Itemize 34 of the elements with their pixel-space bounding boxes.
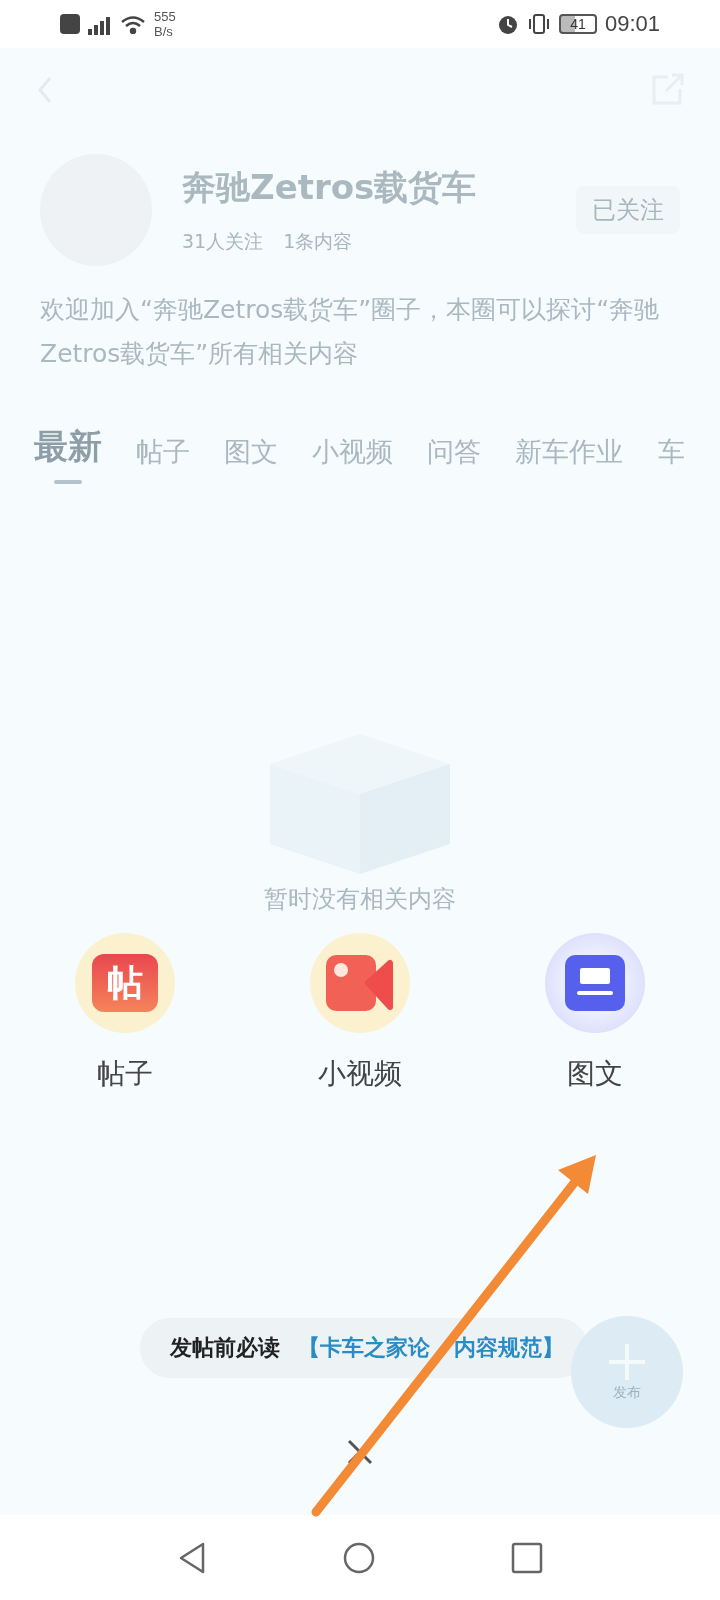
close-button[interactable] [345, 1437, 375, 1467]
plus-icon [607, 1342, 647, 1382]
tab[interactable]: 问答 [427, 434, 481, 484]
alarm-icon [496, 13, 519, 35]
follow-button[interactable]: 已关注 [576, 186, 680, 234]
circle-description: 欢迎加入“奔驰Zetros载货车”圈子，本圈可以探讨“奔驰Zetros载货车”所有相关内容 [39, 294, 661, 370]
clock-time: 09:01 [604, 11, 660, 37]
rules-link[interactable]: 【卡车之家论 [298, 1333, 430, 1363]
close-icon [345, 1437, 375, 1467]
circle-home-icon [342, 1540, 376, 1575]
post-count: 1条内容 [283, 229, 353, 254]
circle-title: 奔驰Zetros载货车 [182, 166, 478, 209]
square-recents-icon [510, 1541, 543, 1574]
tab[interactable]: 帖子 [136, 434, 190, 484]
post-icon: 帖 [92, 954, 158, 1012]
tab[interactable]: 车 [657, 434, 685, 484]
home-button[interactable] [342, 1540, 376, 1575]
battery-indicator: 41 [558, 14, 597, 34]
follower-count: 31人关注 [182, 229, 264, 254]
publish-button[interactable]: 发布 [571, 1316, 683, 1428]
hd-badge-icon [60, 14, 80, 34]
document-icon [563, 953, 627, 1013]
tab[interactable]: 小视频 [312, 434, 393, 484]
tab[interactable]: 新车作业 [515, 434, 623, 484]
notice-text: 发帖前必读 [170, 1333, 280, 1362]
vibrate-icon [526, 13, 551, 35]
tab[interactable]: 最新 [34, 424, 102, 484]
wifi-icon [120, 14, 146, 34]
empty-state-text: 暂时没有相关内容 [264, 884, 456, 915]
recents-button[interactable] [510, 1541, 543, 1574]
rules-link[interactable]: 内容规范】 [454, 1333, 564, 1363]
tab[interactable]: 图文 [224, 434, 278, 484]
speed-unit: B/s [154, 24, 174, 39]
network-speed: 555 [154, 9, 176, 24]
